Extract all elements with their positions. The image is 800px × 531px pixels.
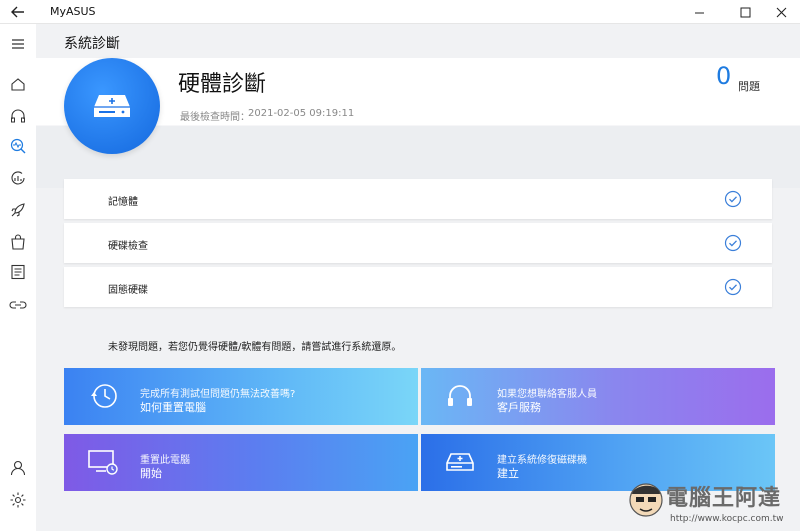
hard-drive-icon [64, 58, 160, 154]
drive-plus-icon [446, 453, 474, 471]
headset-icon [448, 385, 472, 406]
headphones-icon[interactable] [8, 106, 28, 126]
card-subtitle: 完成所有測試但問題仍無法改善嗎? [140, 389, 296, 400]
issue-count: 0 [716, 62, 732, 90]
check-label: 記憶體 [108, 197, 138, 208]
card-subtitle: 如果您想聯絡客服人員 [497, 389, 597, 400]
check-circle-icon [724, 278, 742, 296]
rocket-icon[interactable] [8, 200, 28, 220]
settings-gear-icon[interactable] [8, 490, 28, 510]
hamburger-menu-icon[interactable] [8, 34, 28, 54]
reset-pc-guide-card[interactable]: 完成所有測試但問題仍無法改善嗎? 如何重置電腦 [64, 368, 418, 425]
hero-title: 硬體診斷 [178, 72, 267, 97]
home-icon[interactable] [8, 74, 28, 94]
shopping-bag-icon[interactable] [8, 232, 28, 252]
minimize-icon[interactable] [682, 0, 716, 24]
card-subtitle: 建立系統修復磁碟機 [497, 455, 587, 466]
card-title: 開始 [140, 467, 162, 480]
maximize-icon[interactable] [728, 0, 762, 24]
diagnosis-header: 硬體診斷 最後檢查時間： 2021-02-05 09:19:11 0 問題 [36, 58, 800, 188]
monitor-reset-icon [88, 450, 118, 475]
sidebar [0, 24, 36, 531]
customer-service-card[interactable]: 如果您想聯絡客服人員 客戶服務 [421, 368, 775, 425]
watermark: 電腦王阿達 http://www.kocpc.com.tw [626, 476, 796, 528]
last-check-time: 2021-02-05 09:19:11 [248, 108, 355, 119]
clock-restore-icon [91, 384, 117, 408]
watermark-text: 電腦王阿達 [666, 486, 782, 511]
check-row-memory[interactable]: 記憶體 [64, 179, 772, 219]
issue-label: 問題 [738, 80, 760, 93]
reset-pc-card[interactable]: 重置此電腦 開始 [64, 434, 418, 491]
card-subtitle: 重置此電腦 [140, 455, 190, 466]
document-list-icon[interactable] [8, 262, 28, 282]
watermark-url: http://www.kocpc.com.tw [670, 514, 784, 524]
main-content: 系統診斷 硬體診斷 最後檢查時間： 2021-02-05 09:19:11 0 … [36, 24, 800, 531]
check-row-ssd[interactable]: 固態硬碟 [64, 267, 772, 307]
check-row-disk[interactable]: 硬碟檢查 [64, 223, 772, 263]
app-title: MyASUS [50, 5, 96, 18]
result-note: 未發現問題，若您仍覺得硬體/軟體有問題，請嘗試進行系統還原。 [108, 342, 402, 353]
last-check-label: 最後檢查時間： [180, 112, 250, 123]
card-title: 如何重置電腦 [140, 401, 206, 414]
link-sync-icon[interactable] [8, 294, 28, 314]
card-title: 建立 [497, 467, 519, 480]
check-list: 記憶體 硬碟檢查 固態硬碟 [64, 179, 772, 311]
check-label: 固態硬碟 [108, 285, 148, 296]
check-circle-icon [724, 234, 742, 252]
refresh-gauge-icon[interactable] [8, 168, 28, 188]
title-bar: MyASUS [0, 0, 800, 24]
card-title: 客戶服務 [497, 401, 541, 414]
close-icon[interactable] [764, 0, 798, 24]
diagnosis-pulse-icon[interactable] [8, 136, 28, 156]
check-label: 硬碟檢查 [108, 241, 148, 252]
user-account-icon[interactable] [8, 458, 28, 478]
mascot-logo-icon [629, 483, 663, 517]
page-title: 系統診斷 [64, 36, 120, 52]
check-circle-icon [724, 190, 742, 208]
back-arrow-icon[interactable] [8, 3, 28, 21]
